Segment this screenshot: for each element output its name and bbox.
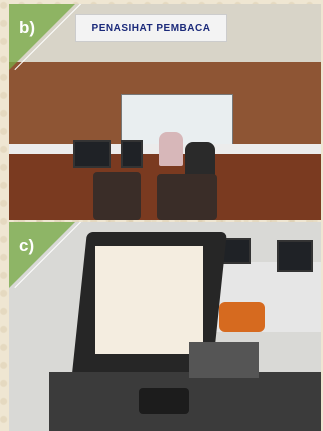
kiosk-touchscreen [95, 246, 203, 354]
photo-library-counter: PENASIHAT PEMBACA b) [9, 4, 321, 220]
desk-monitor [121, 140, 143, 168]
card-reader [139, 388, 189, 414]
chair [157, 174, 217, 220]
office-chair [219, 302, 265, 332]
librarian-figure [159, 132, 183, 166]
chair [93, 172, 141, 220]
photo-self-service-kiosk: c) [9, 222, 321, 431]
panel-label: c) [19, 236, 35, 255]
panel-label: b) [19, 18, 36, 37]
reader-advisory-sign: PENASIHAT PEMBACA [75, 14, 227, 42]
patron-figure [185, 142, 215, 176]
receipt-printer [189, 342, 259, 378]
desk-monitor [73, 140, 111, 168]
desk-monitor [277, 240, 313, 272]
